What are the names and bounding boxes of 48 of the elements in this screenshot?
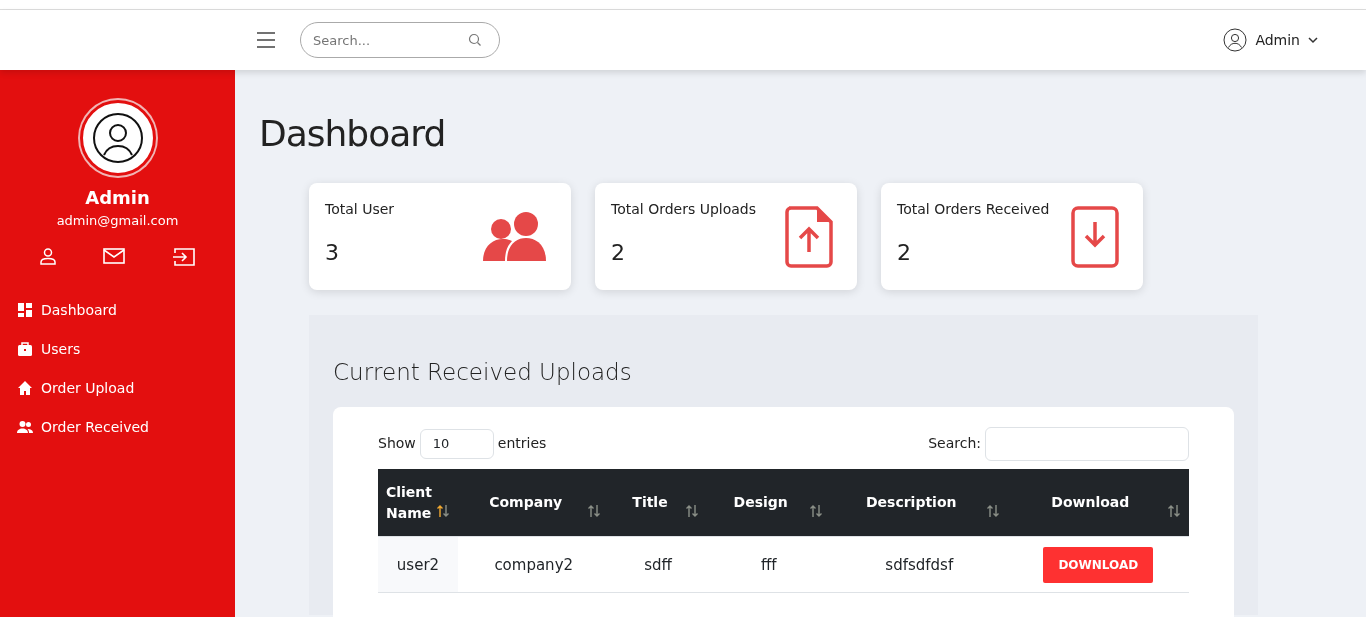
- column-header[interactable]: Description: [830, 468, 1008, 537]
- entries-field[interactable]: 10: [419, 428, 494, 459]
- sidebar-item[interactable]: Users: [0, 329, 235, 369]
- home-icon: [17, 380, 33, 396]
- download-button[interactable]: DOWNLOAD: [1043, 546, 1154, 583]
- column-header[interactable]: Title: [609, 468, 707, 537]
- show-label: Show: [378, 434, 416, 454]
- profile-email: admin@gmail.com: [55, 212, 180, 230]
- grid-icon: [17, 302, 33, 318]
- sidebar-item[interactable]: Dashboard: [0, 290, 235, 330]
- column-header[interactable]: Download: [1007, 468, 1189, 537]
- user-avatar-icon: [1223, 28, 1248, 52]
- table-cell: fff: [706, 536, 831, 593]
- briefcase-icon: [17, 341, 33, 357]
- table-cell: sdff: [609, 536, 707, 593]
- mail-icon[interactable]: [103, 246, 126, 265]
- column-header[interactable]: Client Name: [378, 468, 458, 537]
- table-cell: company2: [458, 536, 610, 593]
- table-search-field[interactable]: [985, 426, 1189, 461]
- entries-label: entries: [497, 434, 547, 454]
- menu-icon[interactable]: [256, 31, 276, 49]
- stat-value: 2: [611, 239, 626, 268]
- section-title: Current Received Uploads: [333, 359, 633, 387]
- stat-value: 2: [897, 239, 912, 268]
- table-cell: user2: [378, 536, 458, 593]
- table-cell: sdfsdfdsf: [830, 536, 1008, 593]
- search-label: Search:: [928, 434, 981, 454]
- caret-icon: [1308, 36, 1318, 44]
- file-upload-icon: [785, 205, 833, 268]
- stat-label: Total Orders Uploads: [611, 200, 757, 220]
- user-menu[interactable]: Admin: [1223, 28, 1318, 52]
- search-icon: [468, 33, 482, 47]
- logout-icon[interactable]: [171, 246, 196, 267]
- page-title: Dashboard: [259, 112, 447, 156]
- stat-value: 3: [325, 239, 340, 268]
- users-icon: [483, 210, 547, 263]
- user-name: Admin: [1255, 30, 1300, 50]
- sidebar-item[interactable]: Order Received: [0, 407, 235, 447]
- profile-icon[interactable]: [39, 246, 58, 265]
- sidebar-item[interactable]: Order Upload: [0, 368, 235, 408]
- search-field[interactable]: Search...: [300, 22, 500, 58]
- stat-label: Total User: [325, 200, 395, 220]
- people-icon: [17, 419, 33, 435]
- profile-name: Admin: [84, 186, 151, 210]
- column-header[interactable]: Company: [458, 468, 610, 537]
- stat-label: Total Orders Received: [897, 200, 1050, 220]
- file-download-icon: [1071, 205, 1119, 268]
- column-header[interactable]: Design: [706, 468, 831, 537]
